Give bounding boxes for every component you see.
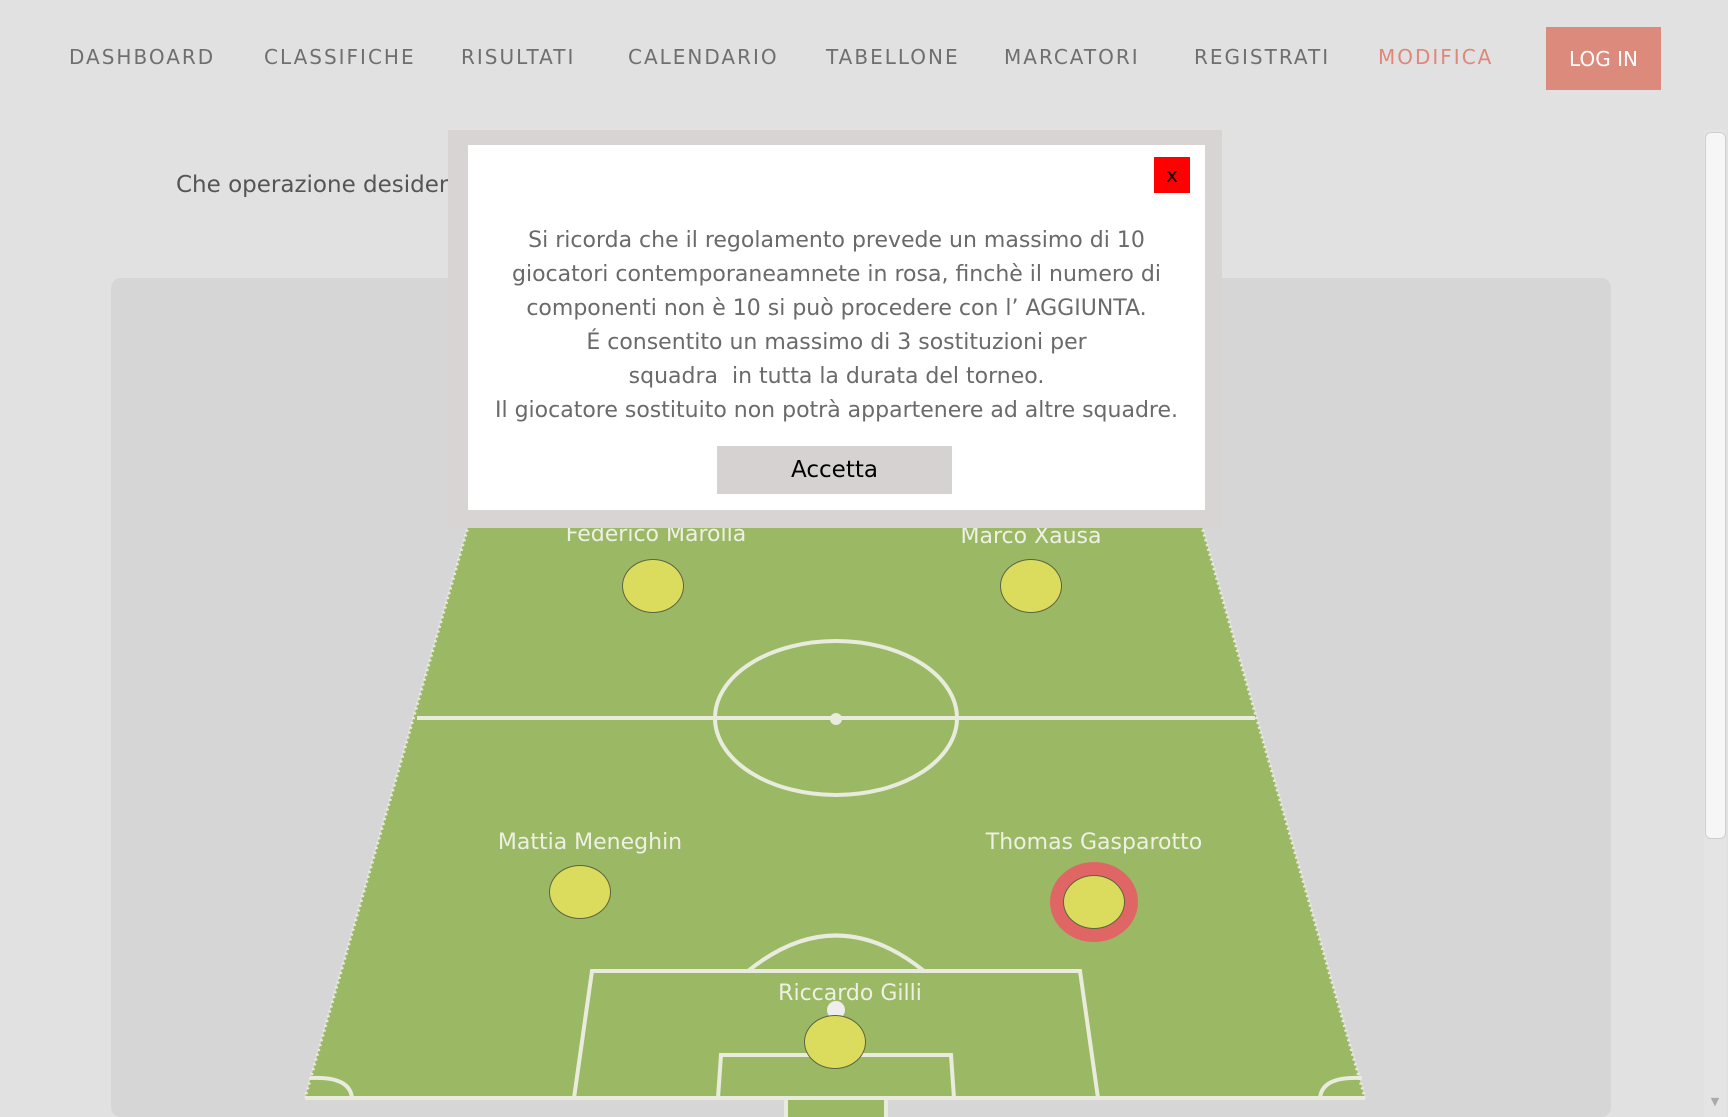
player-label-riccardo-gilli: Riccardo Gilli [778,981,922,1006]
nav-dashboard[interactable]: DASHBOARD [69,45,215,69]
player-marker-federico-marolla[interactable] [622,559,684,613]
nav-calendario[interactable]: CALENDARIO [628,45,779,69]
player-marker-marco-xausa[interactable] [1000,559,1062,613]
modal-close-button[interactable]: x [1154,157,1190,193]
modal-line: Il giocatore sostituito non potrà appart… [495,398,1178,423]
player-label-mattia-meneghin: Mattia Meneghin [497,830,683,855]
accept-button[interactable]: Accetta [717,446,952,494]
scroll-down-arrow-icon[interactable]: ▼ [1706,1093,1724,1111]
modal-line: squadra in tutta la durata del torneo. [628,364,1045,389]
modal-line: componenti non è 10 si può procedere con… [526,296,1147,321]
player-marker-thomas-gasparotto[interactable] [1063,875,1125,929]
scrollbar-thumb[interactable] [1705,132,1726,839]
modal-line: É consentito un massimo di 3 sostituzion… [586,330,1087,355]
operation-prompt: Che operazione desideri [176,172,455,198]
player-label-thomas-gasparotto: Thomas Gasparotto [985,830,1203,855]
player-marker-mattia-meneghin[interactable] [549,865,611,919]
modal-message: Si ricorda che il regolamento prevede un… [468,224,1205,428]
nav-registrati[interactable]: REGISTRATI [1194,45,1330,69]
login-button[interactable]: LOG IN [1546,27,1661,90]
modal-line: Si ricorda che il regolamento prevede un… [528,228,1145,253]
nav-modifica[interactable]: MODIFICA [1378,45,1493,69]
modal-line: giocatori contemporaneamnete in rosa, fi… [512,262,1161,287]
player-marker-riccardo-gilli[interactable] [804,1015,866,1069]
nav-tabellone[interactable]: TABELLONE [826,45,960,69]
nav-risultati[interactable]: RISULTATI [461,45,575,69]
nav-marcatori[interactable]: MARCATORI [1004,45,1140,69]
nav-classifiche[interactable]: CLASSIFICHE [264,45,416,69]
